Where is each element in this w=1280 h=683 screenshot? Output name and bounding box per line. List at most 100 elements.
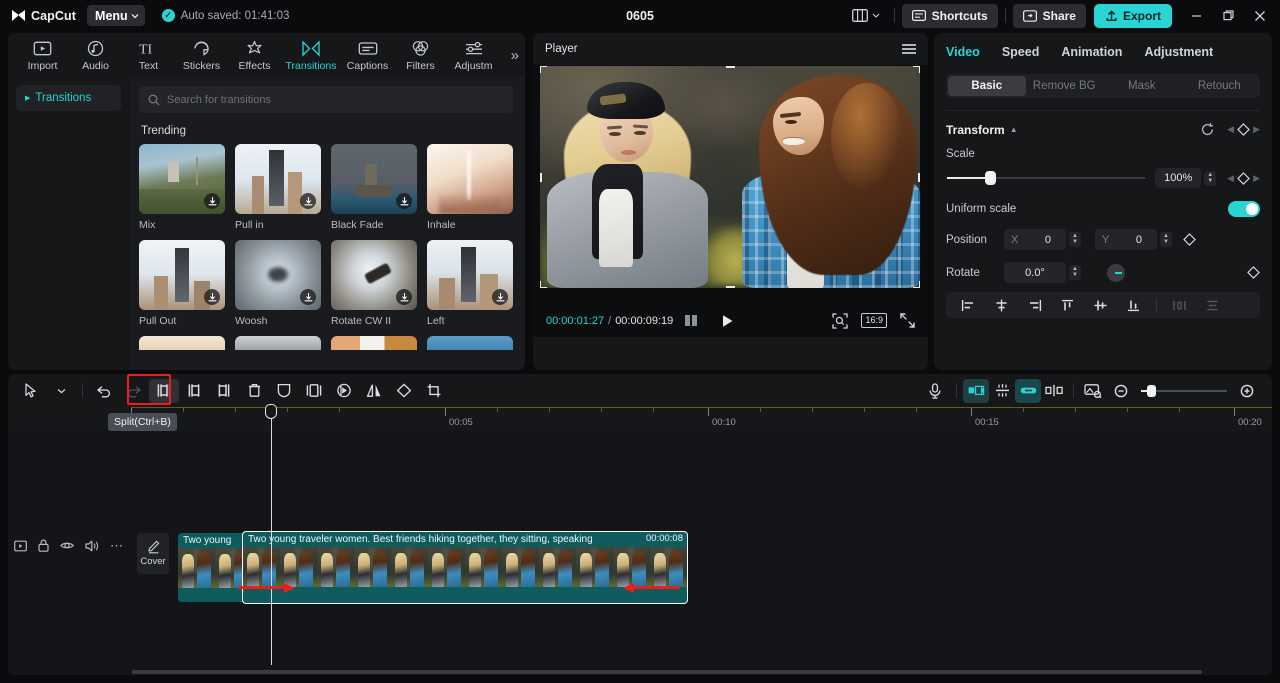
scale-slider-handle[interactable]: [985, 171, 996, 185]
segment-mask[interactable]: Mask: [1103, 76, 1181, 96]
split-button[interactable]: [149, 378, 179, 403]
shortcuts-button[interactable]: Shortcuts: [901, 3, 998, 28]
tab-animation[interactable]: Animation: [1061, 45, 1122, 59]
menu-button[interactable]: Menu: [87, 5, 145, 26]
transform-handle-lm[interactable]: [540, 172, 542, 182]
share-button[interactable]: Share: [1012, 3, 1086, 28]
align-center-vertical-icon[interactable]: [1084, 294, 1117, 316]
delete-button[interactable]: [239, 379, 269, 403]
reverse-button[interactable]: [329, 379, 359, 403]
align-bottom-icon[interactable]: [1117, 294, 1150, 316]
download-icon[interactable]: [204, 289, 220, 305]
auto-cut-left-button[interactable]: [963, 378, 989, 403]
transform-handle-tl[interactable]: [540, 66, 547, 73]
cover-button[interactable]: Cover: [137, 533, 169, 574]
segment-retouch[interactable]: Retouch: [1181, 76, 1259, 96]
transition-item[interactable]: Mix: [139, 144, 225, 231]
mirror-button[interactable]: [359, 379, 389, 403]
magnetic-snap-button[interactable]: [989, 379, 1015, 403]
thumbnail-view-button[interactable]: [1080, 379, 1106, 403]
reset-icon[interactable]: [1200, 122, 1215, 137]
eye-icon[interactable]: [60, 540, 74, 551]
trim-right-button[interactable]: [209, 379, 239, 403]
distribute-vertical-icon[interactable]: [1196, 294, 1229, 316]
tab-adjustment[interactable]: Adjustment: [1144, 45, 1213, 59]
tool-tab-filters[interactable]: Filters: [394, 38, 447, 72]
transform-handle-tm[interactable]: [725, 66, 735, 68]
frame-view-icon[interactable]: [685, 315, 698, 326]
select-tool-button[interactable]: [16, 379, 46, 403]
position-x-input[interactable]: X 0: [1004, 229, 1066, 250]
position-y-stepper[interactable]: ▲ ▼: [1159, 232, 1172, 247]
playhead-handle[interactable]: [265, 404, 277, 419]
position-x-stepper[interactable]: ▲ ▼: [1069, 232, 1081, 247]
adjust-clip-button[interactable]: [1041, 379, 1067, 403]
tool-tab-effects[interactable]: Effects: [228, 38, 281, 72]
keyframe-control[interactable]: ◀ ▶: [1227, 123, 1260, 136]
segment-remove-bg[interactable]: Remove BG: [1026, 76, 1104, 96]
scale-stepper[interactable]: ▲ ▼: [1204, 170, 1217, 186]
record-voiceover-button[interactable]: [920, 379, 950, 403]
download-icon[interactable]: [492, 289, 508, 305]
align-center-horizontal-icon[interactable]: [985, 294, 1018, 316]
tool-tab-stickers[interactable]: Stickers: [175, 38, 228, 72]
link-clips-button[interactable]: [1015, 378, 1041, 403]
zoom-in-button[interactable]: [1232, 379, 1262, 403]
chevron-up-icon[interactable]: ▲: [1010, 125, 1018, 134]
scale-keyframe[interactable]: ◀ ▶: [1227, 171, 1260, 185]
transition-item[interactable]: [139, 336, 225, 350]
more-options-icon[interactable]: ⋯: [110, 539, 123, 552]
tool-tab-text[interactable]: TI Text: [122, 38, 175, 72]
download-icon[interactable]: [204, 193, 220, 209]
scale-value-input[interactable]: 100%: [1155, 168, 1202, 188]
transition-item[interactable]: [427, 336, 513, 350]
trim-left-button[interactable]: [179, 379, 209, 403]
transition-item[interactable]: Black Fade: [331, 144, 417, 231]
tab-speed[interactable]: Speed: [1002, 45, 1040, 59]
timeline-zoom-handle[interactable]: [1147, 384, 1156, 397]
video-track-icon[interactable]: [14, 540, 27, 552]
rotate-input[interactable]: 0.0°: [1004, 262, 1066, 283]
player-menu-icon[interactable]: [902, 44, 916, 54]
align-left-icon[interactable]: [952, 294, 985, 316]
uniform-scale-toggle[interactable]: [1228, 201, 1260, 217]
transition-item[interactable]: [331, 336, 417, 350]
crop-button[interactable]: [419, 379, 449, 403]
transition-item[interactable]: Rotate CW II: [331, 240, 417, 327]
crop-frame-button[interactable]: [299, 379, 329, 403]
transform-handle-bm[interactable]: [725, 286, 735, 288]
fullscreen-icon[interactable]: [900, 313, 915, 328]
speaker-icon[interactable]: [85, 540, 99, 552]
download-icon[interactable]: [300, 289, 316, 305]
timeline-scrollbar[interactable]: [132, 670, 1202, 674]
play-button[interactable]: [721, 314, 734, 328]
position-keyframe[interactable]: [1183, 233, 1196, 246]
close-button[interactable]: [1244, 0, 1276, 31]
tab-video[interactable]: Video: [946, 45, 980, 59]
transition-item[interactable]: Inhale: [427, 144, 513, 231]
minimize-button[interactable]: [1180, 0, 1212, 31]
timeline-ruler[interactable]: 00:00 00:05 00:10 00:15 00:20: [8, 407, 1272, 431]
zoom-to-fit-icon[interactable]: [832, 312, 849, 329]
maximize-button[interactable]: [1212, 0, 1244, 31]
transform-handle-rm[interactable]: [918, 172, 920, 182]
tool-tab-adjustment[interactable]: Adjustm: [447, 38, 500, 72]
download-icon[interactable]: [396, 289, 412, 305]
tool-tab-import[interactable]: Import: [16, 38, 69, 72]
transition-item[interactable]: Left: [427, 240, 513, 327]
tool-tab-captions[interactable]: Captions: [341, 38, 394, 72]
download-icon[interactable]: [300, 193, 316, 209]
tool-tab-transitions[interactable]: Transitions: [281, 38, 341, 72]
rotate-dial[interactable]: [1106, 263, 1125, 282]
distribute-horizontal-icon[interactable]: [1163, 294, 1196, 316]
export-button[interactable]: Export: [1093, 3, 1172, 28]
timeline-zoom-slider[interactable]: [1141, 384, 1227, 397]
transform-handle-bl[interactable]: [540, 281, 547, 288]
transition-item[interactable]: Pull in: [235, 144, 321, 231]
category-item-transitions[interactable]: ▶ Transitions: [16, 85, 121, 111]
freeze-button[interactable]: [269, 379, 299, 403]
layout-button[interactable]: [845, 5, 887, 26]
segment-basic[interactable]: Basic: [948, 76, 1026, 96]
position-y-input[interactable]: Y 0: [1094, 229, 1157, 250]
rotate-stepper[interactable]: ▲ ▼: [1069, 265, 1081, 280]
